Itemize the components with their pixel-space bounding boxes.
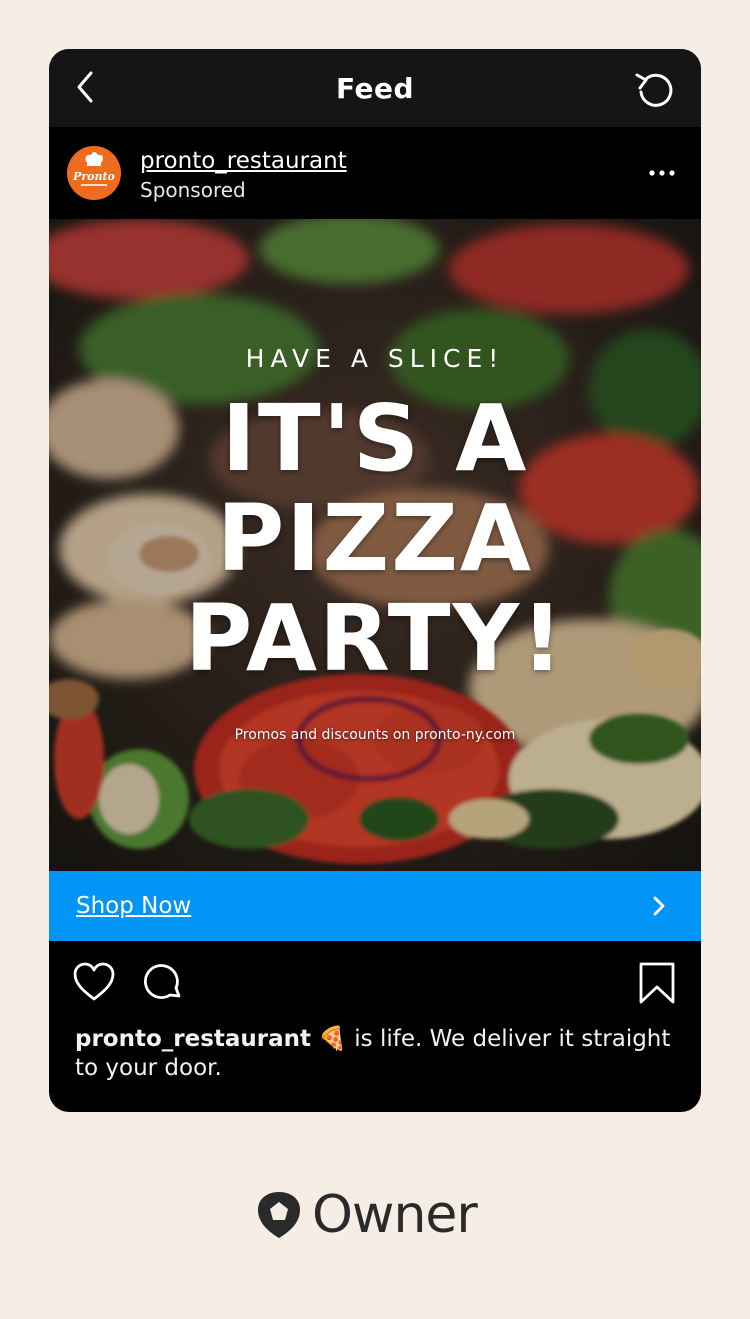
post-actions [49, 941, 701, 1021]
post-username[interactable]: pronto_restaurant [140, 148, 347, 174]
heart-icon[interactable] [72, 961, 116, 1003]
ad-kicker: HAVE A SLICE! [245, 344, 505, 373]
instagram-post-mockup: Feed Pronto pronto_restaurant Sponsored [49, 49, 701, 1112]
chevron-right-icon [653, 896, 665, 916]
ad-image[interactable]: HAVE A SLICE! IT'S A PIZZA PARTY! Promos… [49, 219, 701, 871]
headline-line: IT'S A [221, 385, 529, 492]
page-title: Feed [335, 71, 414, 105]
shop-now-label: Shop Now [76, 893, 192, 919]
shop-now-button[interactable]: Shop Now [49, 871, 701, 941]
bookmark-icon[interactable] [637, 961, 677, 1005]
headline-line: PARTY! [184, 585, 566, 692]
brand-logo: Owner [256, 1185, 478, 1245]
caption-username[interactable]: pronto_restaurant [75, 1026, 311, 1052]
headline-line: PIZZA [216, 485, 534, 592]
avatar[interactable]: Pronto [67, 146, 121, 200]
more-horizontal-icon[interactable] [647, 163, 677, 183]
refresh-icon[interactable] [633, 66, 677, 110]
post-header: Pronto pronto_restaurant Sponsored [49, 127, 701, 219]
owner-logo-icon [258, 1192, 300, 1238]
chevron-left-icon[interactable] [67, 67, 107, 107]
avatar-logo-text: Pronto [72, 170, 115, 183]
brand-name: Owner [312, 1185, 478, 1245]
ad-headline: IT'S A PIZZA PARTY! [49, 389, 701, 689]
post-caption: pronto_restaurant 🍕 is life. We deliver … [75, 1025, 685, 1083]
comment-icon[interactable] [142, 961, 184, 1003]
pizza-emoji-icon: 🍕 [318, 1026, 347, 1052]
ad-promo-text: Promos and discounts on pronto-ny.com [234, 727, 516, 743]
sponsored-label: Sponsored [140, 178, 246, 202]
feed-header: Feed [49, 49, 701, 127]
